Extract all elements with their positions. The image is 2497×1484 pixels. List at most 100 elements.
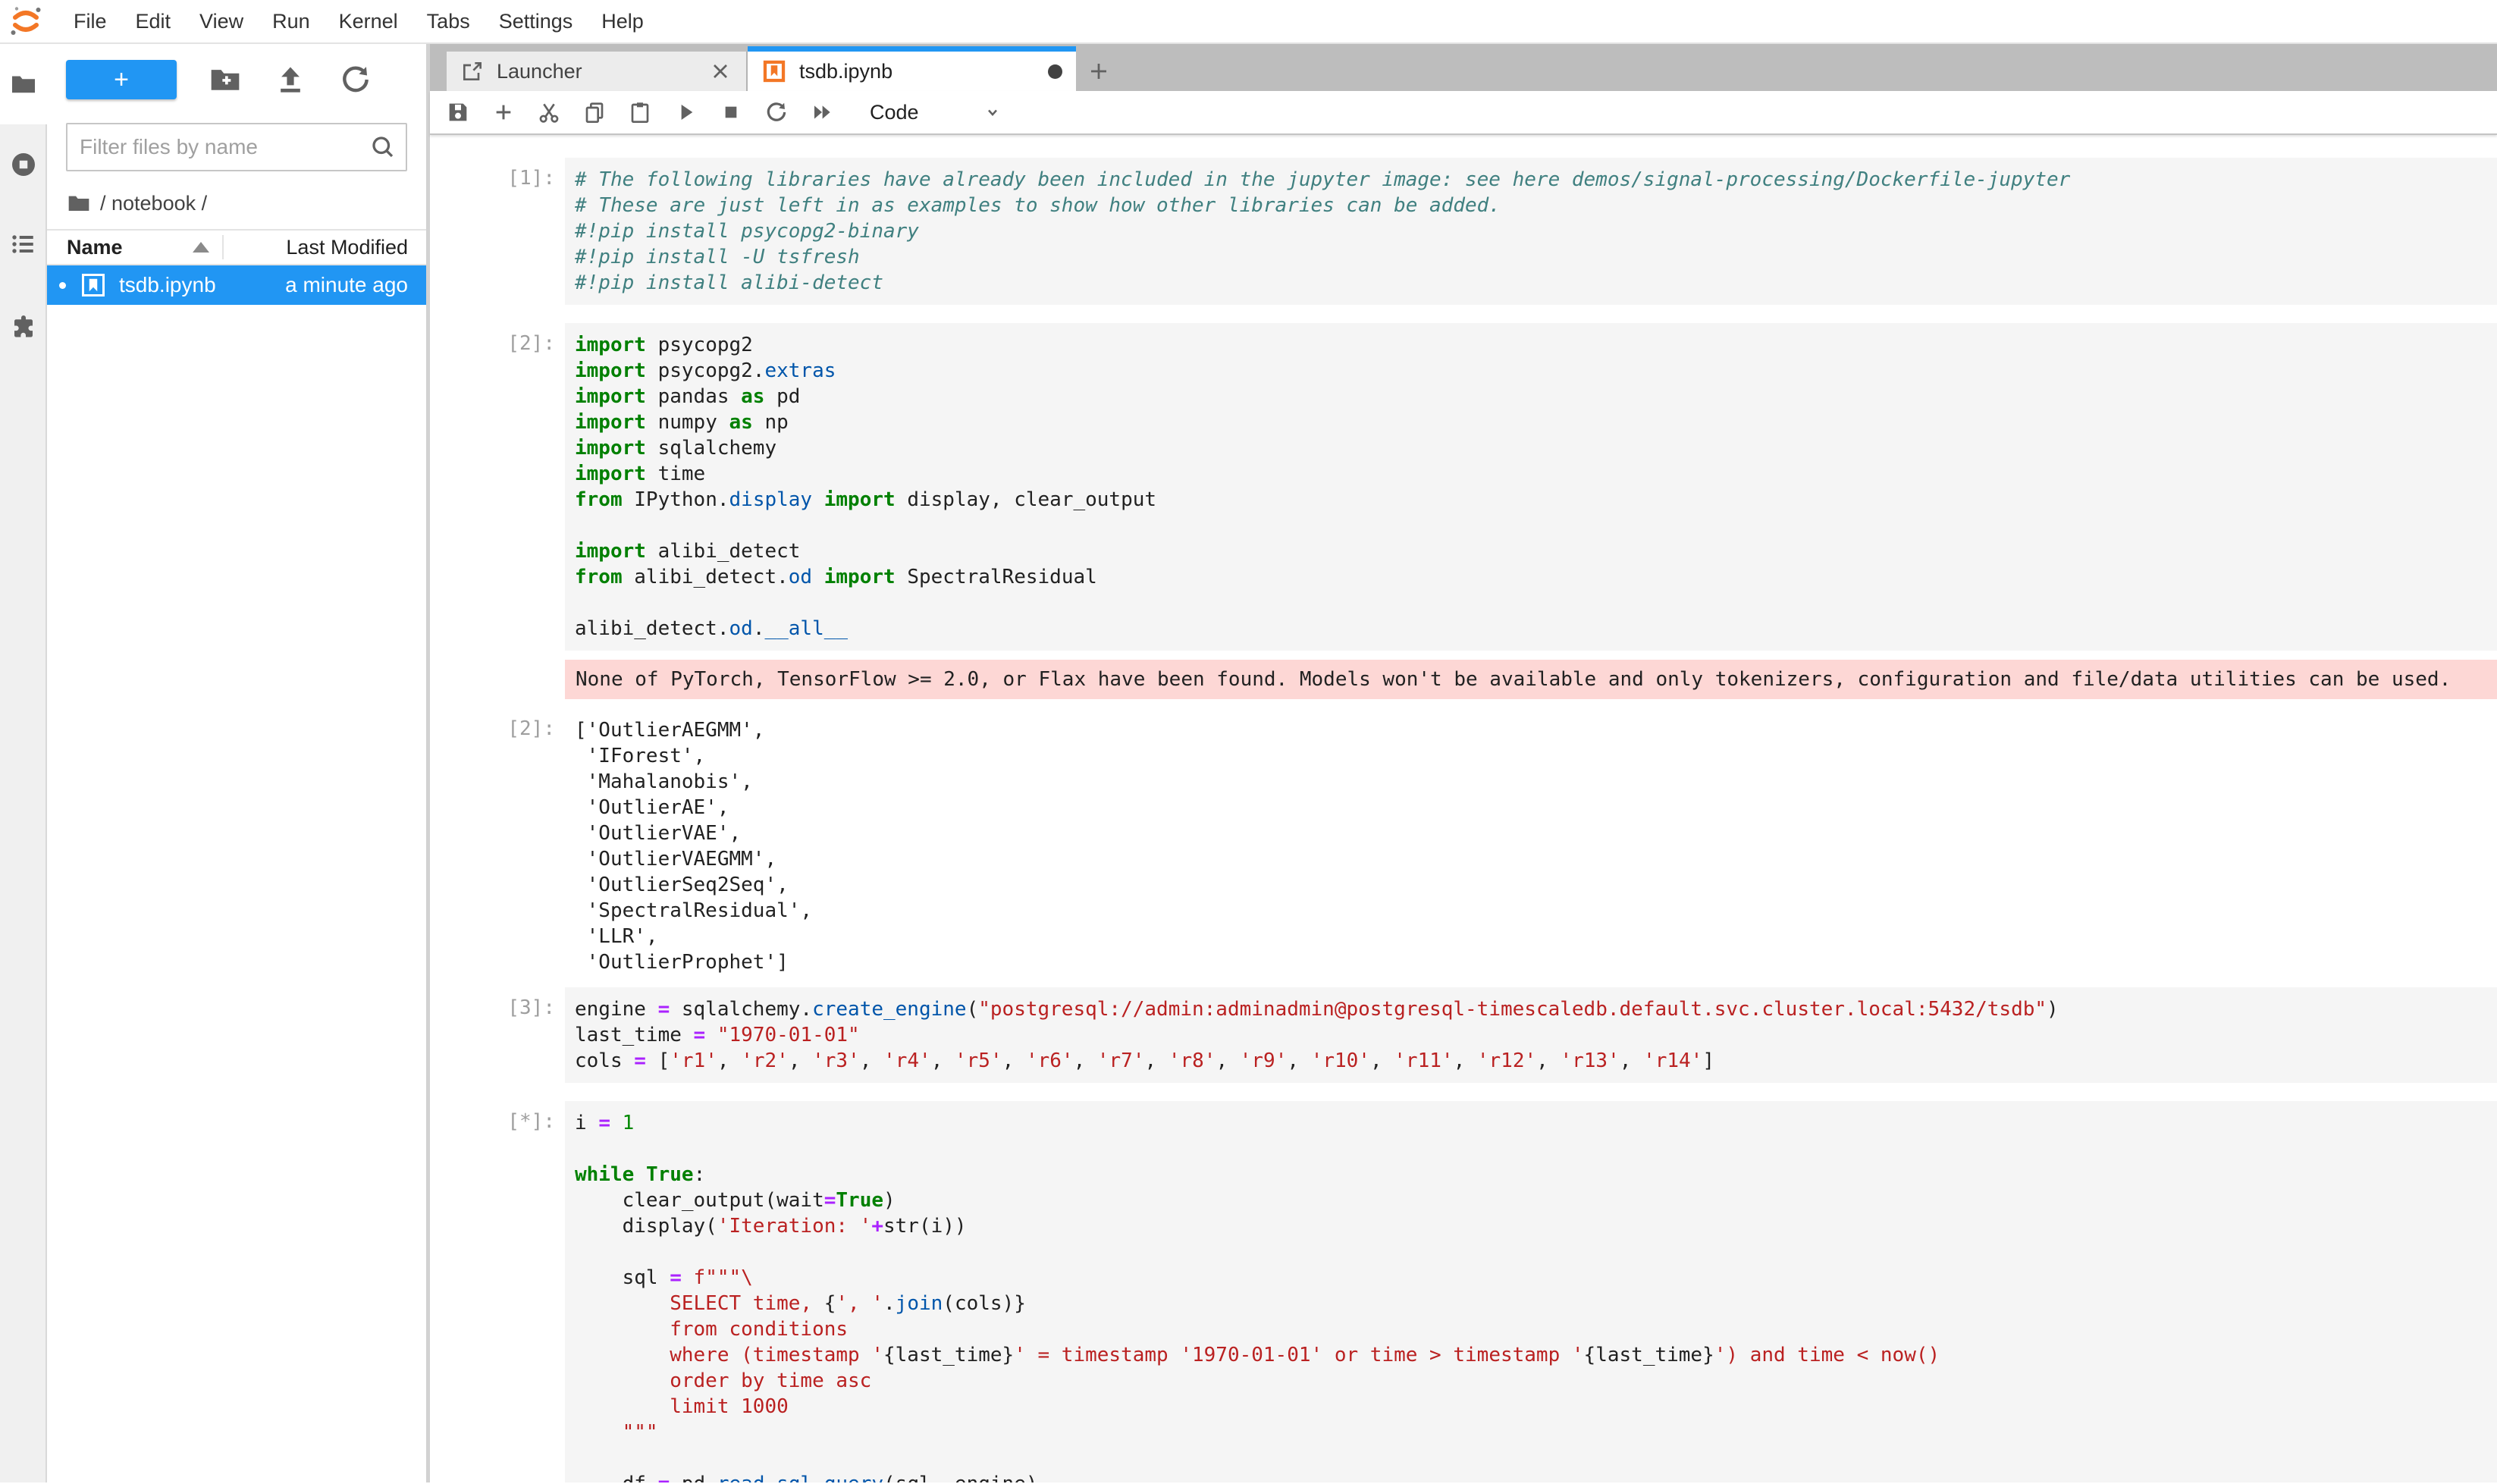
- cell-row: [3]: engine = sqlalchemy.create_engine("p…: [447, 987, 2497, 1083]
- notebook-file-icon: [80, 271, 107, 299]
- code-line: ['OutlierAEGMM',: [575, 717, 2497, 743]
- interrupt-kernel-button[interactable]: [714, 96, 748, 129]
- notebook-cells: [1]:# The following libraries have alrea…: [430, 135, 2497, 1482]
- new-tab-button[interactable]: [1076, 52, 1121, 91]
- code-line: 'LLR',: [575, 924, 2497, 949]
- code-line: # The following libraries have already b…: [575, 167, 2497, 193]
- running-kernels-icon[interactable]: [10, 151, 37, 178]
- code-line: """: [575, 1420, 2497, 1445]
- menu-help[interactable]: Help: [587, 10, 658, 33]
- unsaved-changes-dot[interactable]: [1048, 64, 1062, 79]
- new-folder-button[interactable]: [209, 63, 242, 96]
- restart-run-all-button[interactable]: [805, 96, 839, 129]
- file-row-tsdb-ipynb[interactable]: tsdb.ipynb a minute ago: [47, 265, 426, 305]
- code-line: 'OutlierAE',: [575, 795, 2497, 820]
- column-divider: [222, 235, 224, 259]
- output-prompt: [2]:: [447, 708, 565, 975]
- code-line: limit 1000: [575, 1394, 2497, 1420]
- notebook-tab-icon: [761, 58, 787, 84]
- code-line: 'IForest',: [575, 743, 2497, 769]
- copy-cells-button[interactable]: [577, 96, 612, 129]
- insert-cell-button[interactable]: [486, 96, 521, 129]
- code-line: order by time asc: [575, 1368, 2497, 1394]
- code-line: sql = f"""\: [575, 1265, 2497, 1291]
- file-browser-icon[interactable]: [10, 71, 37, 98]
- activity-bar: [0, 44, 47, 1482]
- code-line: import time: [575, 461, 2497, 487]
- breadcrumb-path: / notebook /: [100, 192, 207, 215]
- upload-button[interactable]: [274, 63, 307, 96]
- main-dock-panel: Launcher tsdb.ipynb: [430, 44, 2497, 1482]
- home-folder-icon: [67, 191, 91, 215]
- code-line: engine = sqlalchemy.create_engine("postg…: [575, 996, 2497, 1022]
- code-line: [575, 590, 2497, 616]
- refresh-file-list-button[interactable]: [339, 63, 372, 96]
- save-button[interactable]: [441, 96, 475, 129]
- file-browser-panel: + / note: [47, 44, 430, 1482]
- code-line: from alibi_detect.od import SpectralResi…: [575, 564, 2497, 590]
- code-line: import sqlalchemy: [575, 435, 2497, 461]
- code-line: import psycopg2: [575, 332, 2497, 358]
- code-line: # These are just left in as examples to …: [575, 193, 2497, 218]
- tab-launcher[interactable]: Launcher: [447, 52, 748, 91]
- code-editor[interactable]: import psycopg2import psycopg2.extrasimp…: [565, 323, 2497, 651]
- cell-type-select[interactable]: Code: [870, 101, 919, 124]
- tab-notebook-label: tsdb.ipynb: [799, 60, 892, 83]
- file-name: tsdb.ipynb: [119, 273, 216, 297]
- code-line: 'OutlierVAE',: [575, 820, 2497, 846]
- menu-settings[interactable]: Settings: [485, 10, 588, 33]
- menu-tabs[interactable]: Tabs: [413, 10, 485, 33]
- code-line: from IPython.display import display, cle…: [575, 487, 2497, 513]
- breadcrumb[interactable]: / notebook /: [67, 187, 426, 220]
- code-line: [575, 513, 2497, 538]
- new-launcher-button[interactable]: +: [66, 60, 177, 99]
- running-indicator-dot: [59, 282, 66, 289]
- code-editor[interactable]: # The following libraries have already b…: [565, 158, 2497, 305]
- code-line: #!pip install alibi-detect: [575, 270, 2497, 296]
- extensions-icon[interactable]: [10, 313, 37, 340]
- paste-cells-button[interactable]: [623, 96, 657, 129]
- cut-cells-button[interactable]: [532, 96, 566, 129]
- dock-tab-bar: Launcher tsdb.ipynb: [430, 44, 2497, 91]
- code-line: #!pip install psycopg2-binary: [575, 218, 2497, 244]
- column-name-header[interactable]: Name: [67, 236, 123, 259]
- code-line: 'OutlierProphet']: [575, 949, 2497, 975]
- jupyter-logo: [9, 5, 42, 38]
- code-line: [575, 1445, 2497, 1471]
- cell-row: [2]: ['OutlierAEGMM', 'IForest', 'Mahalan…: [447, 708, 2497, 975]
- code-line: display('Iteration: '+str(i)): [575, 1213, 2497, 1239]
- close-tab-icon[interactable]: [708, 59, 732, 83]
- cell-row: [1]:# The following libraries have alrea…: [447, 158, 2497, 305]
- code-line: 'SpectralResidual',: [575, 898, 2497, 924]
- menu-file[interactable]: File: [59, 10, 121, 33]
- code-line: import pandas as pd: [575, 384, 2497, 409]
- tab-launcher-label: Launcher: [497, 60, 582, 83]
- code-line: 'OutlierSeq2Seq',: [575, 872, 2497, 898]
- run-cell-button[interactable]: [668, 96, 703, 129]
- filter-files-input[interactable]: [67, 135, 369, 159]
- code-line: i = 1: [575, 1110, 2497, 1136]
- code-editor[interactable]: i = 1 while True: clear_output(wait=True…: [565, 1101, 2497, 1482]
- sort-ascending-icon: [193, 242, 209, 253]
- file-modified: a minute ago: [285, 273, 408, 297]
- menu-edit[interactable]: Edit: [121, 10, 186, 33]
- code-line: #!pip install -U tsfresh: [575, 244, 2497, 270]
- code-line: 'Mahalanobis',: [575, 769, 2497, 795]
- file-browser-toolbar: +: [47, 60, 426, 99]
- code-line: [575, 1239, 2497, 1265]
- menu-view[interactable]: View: [185, 10, 258, 33]
- menu-bar: FileEditViewRunKernelTabsSettingsHelp: [0, 0, 2497, 44]
- restart-kernel-button[interactable]: [759, 96, 794, 129]
- code-line: [575, 1136, 2497, 1162]
- code-line: import psycopg2.extras: [575, 358, 2497, 384]
- cell-row: None of PyTorch, TensorFlow >= 2.0, or F…: [447, 660, 2497, 699]
- code-line: SELECT time, {', '.join(cols)}: [575, 1291, 2497, 1316]
- code-editor[interactable]: engine = sqlalchemy.create_engine("postg…: [565, 987, 2497, 1083]
- tab-tsdb-ipynb[interactable]: tsdb.ipynb: [748, 52, 1076, 91]
- input-prompt: [3]:: [447, 987, 565, 1083]
- column-modified-header[interactable]: Last Modified: [286, 236, 408, 259]
- menu-kernel[interactable]: Kernel: [325, 10, 413, 33]
- menu-run[interactable]: Run: [258, 10, 325, 33]
- chevron-down-icon[interactable]: [981, 101, 1004, 124]
- table-of-contents-icon[interactable]: [10, 231, 37, 258]
